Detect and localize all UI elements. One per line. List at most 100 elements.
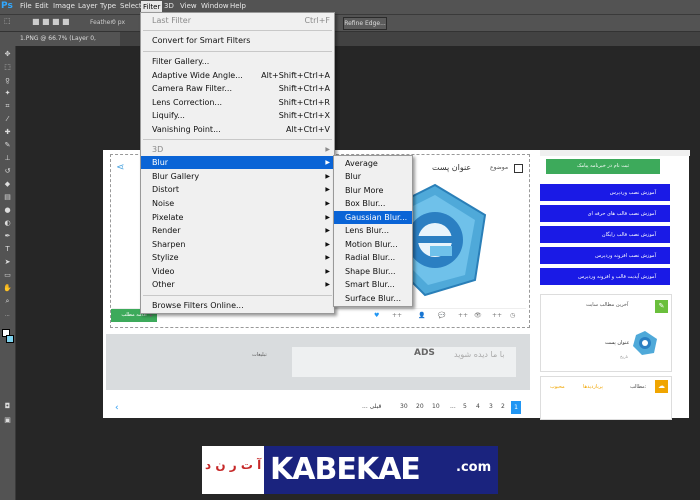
menu-item-video[interactable]: Video ▶ [141,265,334,278]
quick-mask-icon[interactable]: ◘ [3,402,12,411]
healing-brush-icon[interactable]: ✚ [3,128,12,137]
pen-tool-icon[interactable]: ✒ [3,232,12,241]
comment-icon: 💬 [438,312,446,319]
menu-item-camera-raw[interactable]: Camera Raw Filter... Shift+Ctrl+A [141,82,334,95]
eraser-icon[interactable]: ◆ [3,180,12,189]
menu-layer[interactable]: Layer [78,2,98,10]
subtract-selection-icon[interactable]: ■ [52,17,60,26]
move-tool-icon[interactable]: ✥ [3,50,12,59]
dodge-tool-icon[interactable]: ◐ [3,219,12,228]
magic-wand-icon[interactable]: ✦ [3,89,12,98]
menu-item-noise[interactable]: Noise ▶ [141,197,334,210]
sidebar-link[interactable]: آموزش آپدیت قالب و افزونه وردپرس [540,268,670,287]
marquee-tool-icon[interactable]: ⬚ [4,17,11,25]
menu-item-render[interactable]: Render ▶ [141,224,334,237]
menu-item-sharpen[interactable]: Sharpen ▶ [141,238,334,251]
tab-most-viewed[interactable]: پربازدیدها [583,384,603,390]
view-count: ++ [492,312,503,319]
hand-tool-icon[interactable]: ✋ [3,284,12,293]
feather-field[interactable]: 0 px [112,19,125,26]
page-prev[interactable]: ... قبلی [362,403,381,410]
menu-help[interactable]: Help [230,2,246,10]
menu-item-blur-simple[interactable]: Blur [334,170,412,183]
menu-item-shape-blur[interactable]: Shape Blur... [334,265,412,278]
sidebar-link[interactable]: آموزش نصب قالب های حرفه ای [540,205,670,224]
zoom-tool-icon[interactable]: ⌕ [3,297,12,306]
posts-tabs-widget [540,376,672,420]
menu-image[interactable]: Image [53,2,75,10]
brush-tool-icon[interactable]: ✎ [3,141,12,150]
page-30[interactable]: 30 [400,403,408,410]
blur-tool-icon[interactable]: ● [3,206,12,215]
menu-item-blur[interactable]: Blur ▶ [141,156,334,169]
background-color-swatch[interactable] [6,335,14,343]
more-tools-icon[interactable]: ⋯ [3,312,12,321]
shape-tool-icon[interactable]: ▭ [3,271,12,280]
menu-item-pixelate[interactable]: Pixelate ▶ [141,211,334,224]
watermark-persian-text: آ ت ر ن د [205,458,262,472]
menu-window[interactable]: Window [201,2,229,10]
menu-edit[interactable]: Edit [35,2,49,10]
heart-icon[interactable]: ♥ [374,312,379,319]
card-category: موضوع [490,164,509,171]
new-selection-icon[interactable]: ■ [32,17,40,26]
ads-text: ADS [414,348,435,358]
page-3[interactable]: 3 [489,403,493,410]
menu-item-browse-online[interactable]: Browse Filters Online... [141,299,334,312]
widget-post-title[interactable]: عنوان پست [605,340,630,346]
menu-item-lens-blur[interactable]: Lens Blur... [334,224,412,237]
menu-item-lens-correction[interactable]: Lens Correction... Shift+Ctrl+R [141,96,334,109]
menu-item-convert-smart[interactable]: Convert for Smart Filters [141,34,334,47]
filter-menu: Last Filter Ctrl+F Convert for Smart Filt… [140,12,335,314]
marquee-tool-icon[interactable]: ⬚ [3,63,12,72]
path-selection-icon[interactable]: ➤ [3,258,12,267]
page-10[interactable]: 10 [432,403,440,410]
menu-item-gaussian-blur[interactable]: Gaussian Blur... [334,211,412,224]
menu-item-smart-blur[interactable]: Smart Blur... [334,278,412,291]
sidebar-link[interactable]: آموزش نصب وردپرس [540,184,670,203]
menu-item-blur-gallery[interactable]: Blur Gallery ▶ [141,170,334,183]
menu-item-box-blur[interactable]: Box Blur... [334,197,412,210]
intersect-selection-icon[interactable]: ■ [62,17,70,26]
tab-popular[interactable]: محبوب [550,384,565,390]
menu-item-surface-blur[interactable]: Surface Blur... [334,292,412,305]
screen-mode-icon[interactable]: ▣ [3,416,12,425]
document-tab[interactable]: 1.PNG @ 66.7% (Layer 0, RGB/8#) [16,32,120,56]
page-5[interactable]: 5 [463,403,467,410]
sidebar-link[interactable]: آموزش نصب قالب رایگان [540,226,670,245]
gradient-icon[interactable]: ▤ [3,193,12,202]
sidebar-link[interactable]: آموزش نصب افزونه وردپرس [540,247,670,266]
page-2[interactable]: 2 [501,403,505,410]
menu-select[interactable]: Select [120,2,142,10]
refine-edge-button[interactable]: Refine Edge... [343,17,387,30]
clone-stamp-icon[interactable]: ⊥ [3,154,12,163]
menu-view[interactable]: View [180,2,197,10]
menu-item-filter-gallery[interactable]: Filter Gallery... [141,55,334,68]
menu-type[interactable]: Type [100,2,116,10]
menu-item-other[interactable]: Other ▶ [141,278,334,291]
page-1[interactable]: 1 [511,401,521,414]
menu-item-blur-more[interactable]: Blur More [334,184,412,197]
menu-item-adaptive-wide[interactable]: Adaptive Wide Angle... Alt+Shift+Ctrl+A [141,69,334,82]
menu-item-motion-blur[interactable]: Motion Blur... [334,238,412,251]
page-4[interactable]: 4 [476,403,480,410]
menu-item-distort[interactable]: Distort ▶ [141,183,334,196]
menu-3d[interactable]: 3D [164,2,174,10]
post-thumbnail[interactable] [632,330,658,356]
add-selection-icon[interactable]: ■ [42,17,50,26]
menu-item-radial-blur[interactable]: Radial Blur... [334,251,412,264]
menu-item-average[interactable]: Average [334,157,412,170]
menu-item-liquify[interactable]: Liquify... Shift+Ctrl+X [141,109,334,122]
history-brush-icon[interactable]: ↺ [3,167,12,176]
chevron-left-icon[interactable]: ‹ [115,403,119,413]
type-tool-icon[interactable]: T [3,245,12,254]
lasso-tool-icon[interactable]: ჹ [3,76,12,85]
newsletter-button[interactable]: ثبت نام در خبرنامه پیامک [546,159,660,174]
crop-tool-icon[interactable]: ⌗ [3,102,12,111]
page-20[interactable]: 20 [416,403,424,410]
menu-item-stylize[interactable]: Stylize ▶ [141,251,334,264]
menu-file[interactable]: File [20,2,32,10]
share-icon[interactable]: ⋖ [116,162,124,173]
menu-item-vanishing-point[interactable]: Vanishing Point... Alt+Ctrl+V [141,123,334,136]
eyedropper-icon[interactable]: ⁄ [3,115,12,124]
